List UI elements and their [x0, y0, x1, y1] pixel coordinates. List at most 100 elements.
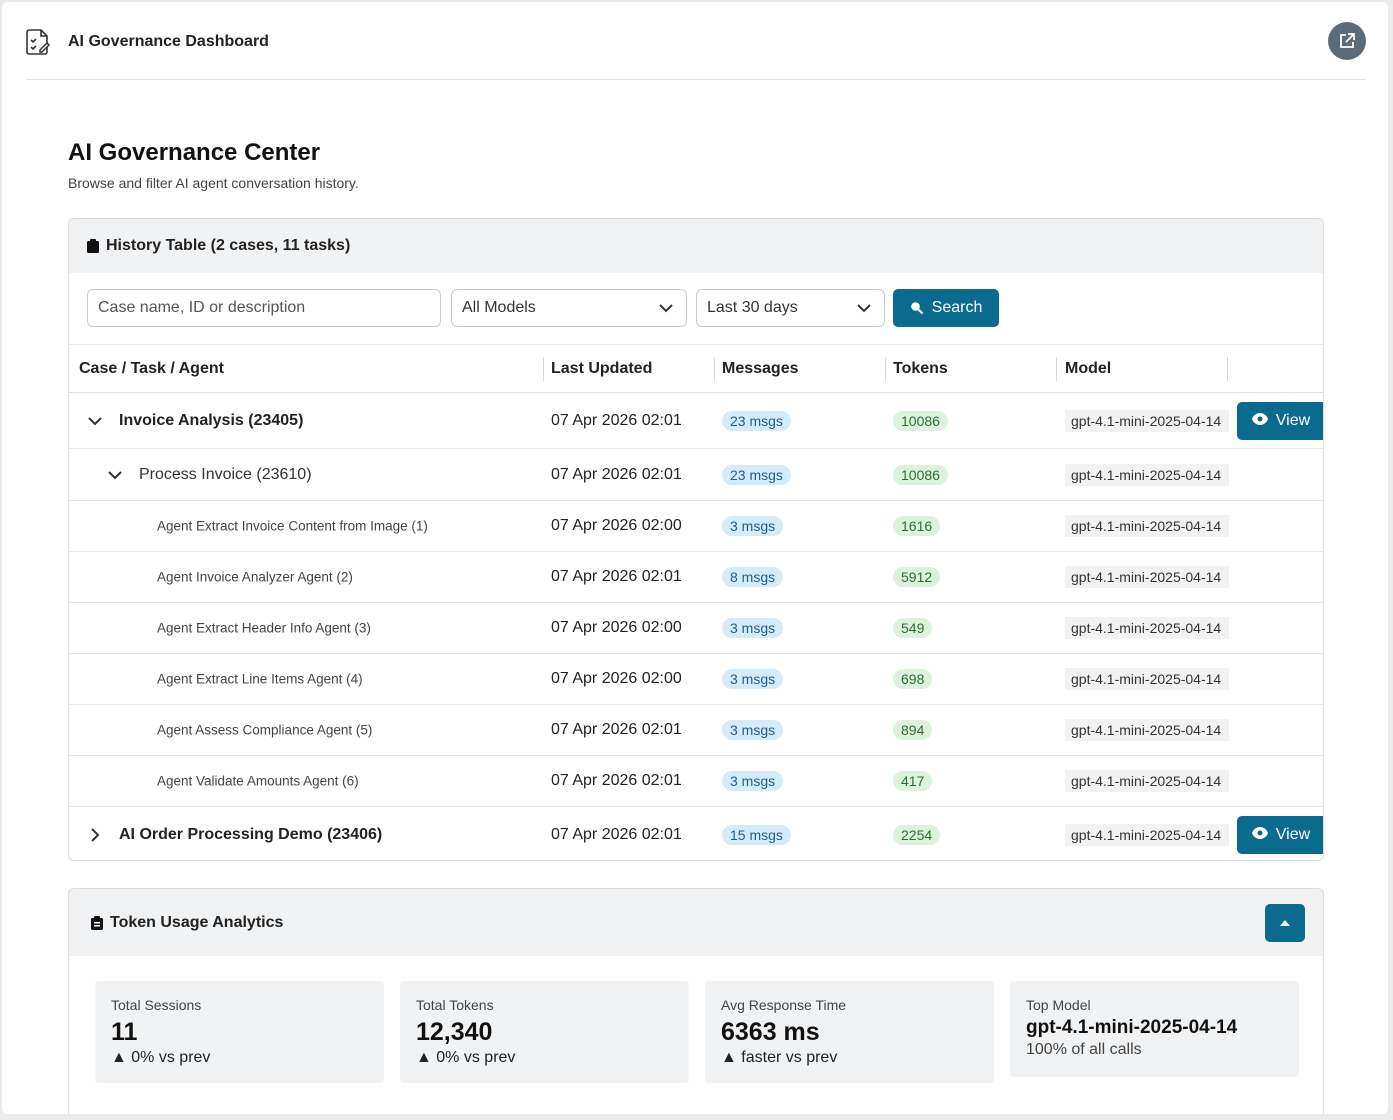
- messages-badge: 3 msgs: [722, 771, 784, 791]
- stat-delta: 100% of all calls: [1026, 1041, 1142, 1058]
- row-name-cell: AI Order Processing Demo (23406): [85, 825, 382, 845]
- clipboard-icon: [91, 916, 103, 930]
- row-name: Agent Validate Amounts Agent (6): [157, 773, 359, 789]
- model-chip: gpt-4.1-mini-2025-04-14: [1065, 409, 1229, 432]
- analytics-title: Token Usage Analytics: [110, 914, 284, 931]
- external-link-button[interactable]: [1328, 22, 1366, 60]
- row-last-updated: 07 Apr 2026 02:01: [551, 465, 682, 483]
- stat-card-top-model: Top Model gpt-4.1-mini-2025-04-14 100% o…: [1010, 981, 1299, 1077]
- stat-value: 6363 ms: [721, 1018, 820, 1046]
- model-chip: gpt-4.1-mini-2025-04-14: [1065, 823, 1229, 846]
- chevron-down-icon: [857, 304, 871, 313]
- stat-card-sessions: Total Sessions 11 ▲ 0% vs prev: [95, 981, 384, 1083]
- chevron-down-icon[interactable]: [105, 465, 125, 485]
- row-name: Invoice Analysis (23405): [119, 411, 304, 429]
- eye-icon: [1251, 412, 1268, 430]
- analytics-card: Token Usage Analytics Total Sessions 11 …: [68, 888, 1324, 1114]
- history-card-header: History Table (2 cases, 11 tasks): [69, 219, 1323, 273]
- column-header-updated[interactable]: Last Updated: [551, 360, 652, 378]
- history-card: History Table (2 cases, 11 tasks) All Mo…: [68, 218, 1324, 861]
- row-name-cell: Agent Validate Amounts Agent (6): [157, 774, 359, 789]
- row-name: Agent Extract Header Info Agent (3): [157, 620, 371, 636]
- row-name-cell: Agent Extract Line Items Agent (4): [157, 672, 363, 687]
- row-name-cell: Agent Assess Compliance Agent (5): [157, 723, 372, 738]
- stat-delta: ▲ 0% vs prev: [111, 1049, 211, 1066]
- view-button-label: View: [1275, 411, 1311, 429]
- column-header-messages[interactable]: Messages: [722, 360, 799, 378]
- column-header-tokens[interactable]: Tokens: [893, 360, 948, 378]
- tokens-badge: 698: [893, 669, 933, 689]
- stat-value: 12,340: [416, 1018, 493, 1046]
- agent-row: Agent Extract Invoice Content from Image…: [69, 501, 1323, 552]
- history-card-title: History Table (2 cases, 11 tasks): [106, 237, 351, 254]
- view-button[interactable]: View: [1237, 815, 1323, 854]
- search-button-label: Search: [931, 299, 983, 316]
- agent-row: Agent Extract Line Items Agent (4) 07 Apr…: [69, 654, 1323, 705]
- stat-card-tokens: Total Tokens 12,340 ▲ 0% vs prev: [400, 981, 689, 1083]
- stat-value: 11: [111, 1018, 138, 1046]
- messages-badge: 3 msgs: [722, 516, 784, 536]
- filter-bar: All Models Last 30 days Search: [69, 273, 1323, 345]
- top-bar: AI Governance Dashboard: [26, 2, 1366, 80]
- stat-card-response-time: Avg Response Time 6363 ms ▲ faster vs pr…: [705, 981, 994, 1083]
- row-last-updated: 07 Apr 2026 02:01: [551, 772, 682, 789]
- model-chip: gpt-4.1-mini-2025-04-14: [1065, 617, 1229, 639]
- messages-badge: 23 msgs: [722, 464, 791, 485]
- stat-delta: ▲ faster vs prev: [721, 1049, 838, 1066]
- messages-badge: 3 msgs: [722, 669, 784, 689]
- model-chip: gpt-4.1-mini-2025-04-14: [1065, 770, 1229, 792]
- model-select[interactable]: All Models: [451, 289, 687, 327]
- search-button[interactable]: Search: [893, 289, 999, 327]
- date-range-select[interactable]: Last 30 days: [696, 289, 885, 327]
- column-header-name[interactable]: Case / Task / Agent: [79, 360, 224, 378]
- task-row[interactable]: Process Invoice (23610) 07 Apr 2026 02:01…: [69, 449, 1323, 501]
- stat-label: Avg Response Time: [721, 997, 847, 1013]
- external-link-icon: [1340, 33, 1355, 48]
- row-name-cell: Agent Extract Header Info Agent (3): [157, 621, 371, 636]
- model-chip: gpt-4.1-mini-2025-04-14: [1065, 515, 1229, 537]
- stat-label: Total Tokens: [416, 997, 494, 1013]
- row-name: Agent Assess Compliance Agent (5): [157, 722, 373, 738]
- row-name: Agent Extract Invoice Content from Image…: [157, 518, 428, 534]
- tokens-badge: 5912: [893, 567, 941, 587]
- date-range-value: Last 30 days: [707, 299, 798, 316]
- page-title: AI Governance Center: [68, 139, 321, 166]
- model-chip: gpt-4.1-mini-2025-04-14: [1065, 463, 1229, 486]
- stat-label: Top Model: [1026, 997, 1091, 1013]
- row-name: Process Invoice (23610): [139, 465, 312, 483]
- agent-row: Agent Assess Compliance Agent (5) 07 Apr …: [69, 705, 1323, 756]
- messages-badge: 23 msgs: [722, 410, 791, 431]
- row-last-updated: 07 Apr 2026 02:01: [551, 721, 682, 738]
- row-name-cell: Invoice Analysis (23405): [85, 411, 303, 431]
- collapse-button[interactable]: [1265, 904, 1305, 942]
- row-last-updated: 07 Apr 2026 02:00: [551, 517, 682, 534]
- row-last-updated: 07 Apr 2026 02:01: [551, 568, 682, 585]
- model-chip: gpt-4.1-mini-2025-04-14: [1065, 566, 1229, 588]
- row-name-cell: Agent Invoice Analyzer Agent (2): [157, 570, 353, 585]
- row-name: AI Order Processing Demo (23406): [119, 825, 383, 843]
- row-name: Agent Extract Line Items Agent (4): [157, 671, 363, 687]
- stat-delta: ▲ 0% vs prev: [416, 1049, 516, 1066]
- chevron-right-icon[interactable]: [85, 825, 105, 845]
- messages-badge: 15 msgs: [722, 824, 791, 845]
- search-icon: [910, 302, 923, 315]
- agent-row: Agent Extract Header Info Agent (3) 07 Ap…: [69, 603, 1323, 654]
- tokens-badge: 10086: [893, 464, 948, 485]
- column-header-model[interactable]: Model: [1065, 360, 1111, 378]
- tokens-badge: 549: [893, 618, 933, 638]
- case-row[interactable]: AI Order Processing Demo (23406) 07 Apr 2…: [69, 807, 1323, 860]
- row-name-cell: Process Invoice (23610): [105, 465, 312, 485]
- stat-label: Total Sessions: [111, 997, 202, 1013]
- view-button-label: View: [1275, 825, 1311, 843]
- eye-icon: [1251, 826, 1268, 844]
- clipboard-icon: [87, 239, 99, 253]
- case-row[interactable]: Invoice Analysis (23405) 07 Apr 2026 02:0…: [69, 393, 1323, 449]
- row-last-updated: 07 Apr 2026 02:00: [551, 670, 682, 687]
- document-check-icon: [26, 29, 51, 55]
- search-input[interactable]: [87, 289, 441, 327]
- chevron-down-icon[interactable]: [85, 411, 105, 431]
- app-window: AI Governance Dashboard AI Governance Ce…: [2, 2, 1388, 1114]
- row-last-updated: 07 Apr 2026 02:00: [551, 619, 682, 636]
- view-button[interactable]: View: [1237, 401, 1323, 440]
- row-name: Agent Invoice Analyzer Agent (2): [157, 569, 353, 585]
